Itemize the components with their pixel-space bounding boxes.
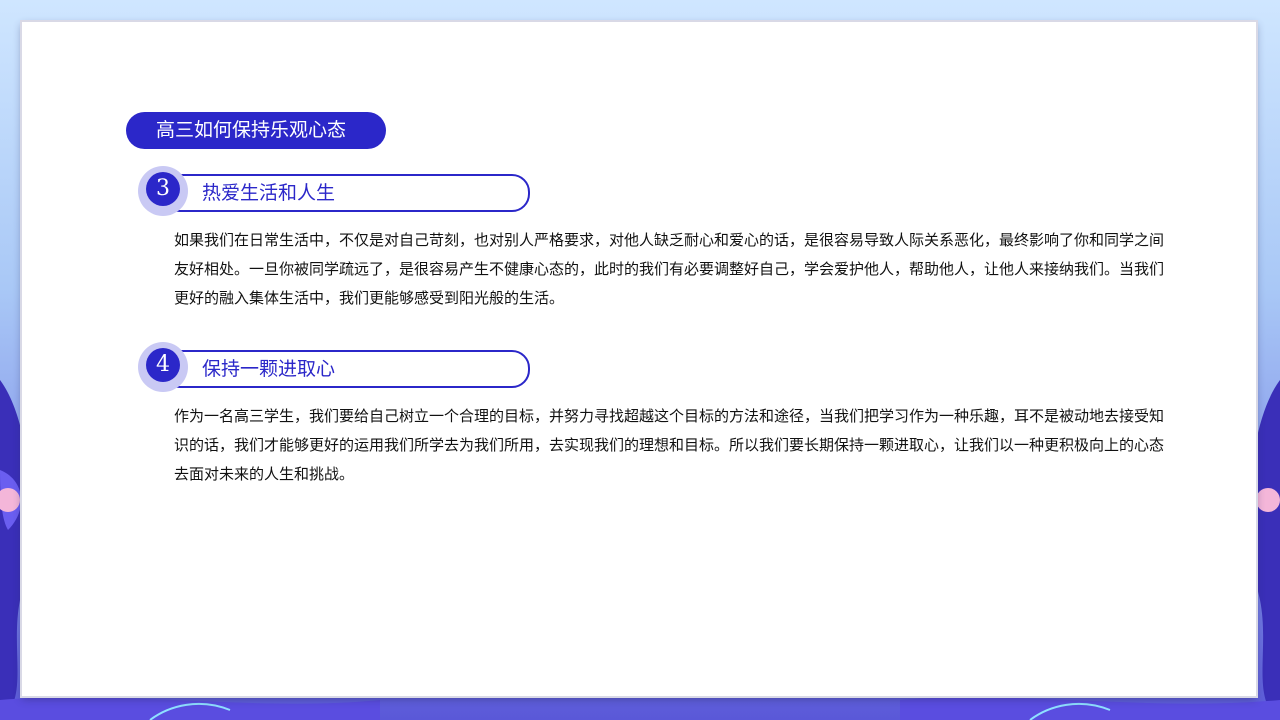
number-badge: 3 [138,166,188,216]
section-number: 4 [146,348,180,382]
page-title: 高三如何保持乐观心态 [126,112,386,149]
section-love-life: 3 热爱生活和人生 如果我们在日常生活中，不仅是对自己苛刻，也对别人严格要求，对… [138,166,1178,313]
section-heading: 3 热爱生活和人生 [138,166,1178,216]
section-heading-text: 保持一颗进取心 [202,358,336,380]
section-body: 作为一名高三学生，我们要给自己树立一个合理的目标，并努力寻找超越这个目标的方法和… [174,407,1165,483]
number-badge: 4 [138,342,188,392]
section-keep-motivated: 4 保持一颗进取心 作为一名高三学生，我们要给自己树立一个合理的目标，并努力寻找… [138,342,1178,489]
section-body: 如果我们在日常生活中，不仅是对自己苛刻，也对别人严格要求，对他人缺乏耐心和爱心的… [174,231,1165,307]
section-heading-text: 热爱生活和人生 [202,182,336,204]
section-number: 3 [146,172,180,206]
section-heading: 4 保持一颗进取心 [138,342,1178,392]
